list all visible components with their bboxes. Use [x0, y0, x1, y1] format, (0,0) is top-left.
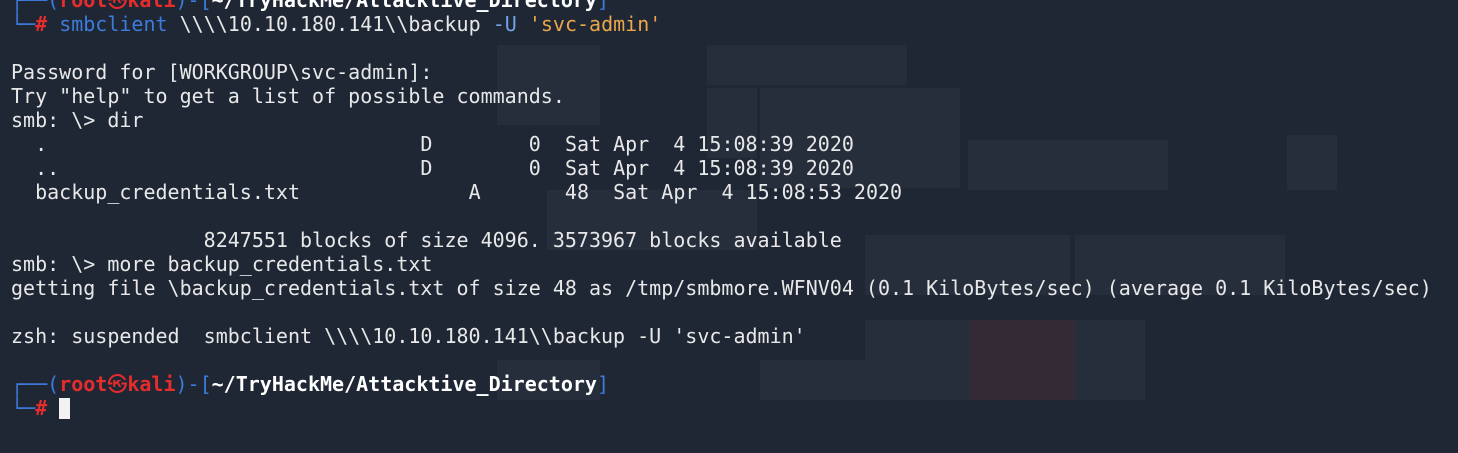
output-line: Password for [WORKGROUP\svc-admin]: — [11, 60, 433, 84]
listing-size: 0 — [528, 132, 541, 156]
output-line: getting file \backup_credentials.txt of … — [11, 276, 1432, 300]
output-line: smb: \> more backup_credentials.txt — [11, 252, 433, 276]
command-line: └─# smbclient \\\\10.10.180.141\\backup … — [11, 12, 662, 36]
prompt-line: ┌──(root㉿kali)-[~/TryHackMe/Attacktive_D… — [11, 372, 609, 396]
listing-row: . D 0 Sat Apr 4 15:08:39 2020 — [11, 132, 1458, 156]
prompt-line-previous: ┌──(root㉿kali)-[~/TryHackMe/Attacktive_D… — [11, 0, 609, 12]
output-line: Try "help" to get a list of possible com… — [11, 84, 565, 108]
listing-row: .. D 0 Sat Apr 4 15:08:39 2020 — [11, 156, 1458, 180]
listing-date: Sat Apr 4 15:08:39 2020 — [564, 132, 854, 156]
listing-attr: A — [468, 180, 481, 204]
listing-attr: D — [420, 132, 433, 156]
command-name: smbclient — [59, 12, 168, 36]
listing-row: backup_credentials.txt A 48 Sat Apr 4 15… — [11, 180, 1458, 204]
text-cursor[interactable] — [59, 398, 71, 419]
input-line[interactable]: └─# — [11, 396, 1458, 420]
listing-size: 0 — [528, 156, 541, 180]
listing-attr: D — [420, 156, 433, 180]
listing-name: .. — [35, 156, 60, 180]
listing-size: 48 — [564, 180, 590, 204]
listing-name: backup_credentials.txt — [35, 180, 300, 204]
terminal[interactable]: ┌──(root㉿kali)-[~/TryHackMe/Attacktive_D… — [0, 0, 1458, 420]
output-line: 8247551 blocks of size 4096. 3573967 blo… — [11, 228, 842, 252]
listing-date: Sat Apr 4 15:08:53 2020 — [613, 180, 903, 204]
listing-date: Sat Apr 4 15:08:39 2020 — [564, 156, 854, 180]
output-line: zsh: suspended smbclient \\\\10.10.180.1… — [11, 324, 806, 348]
listing-name: . — [35, 132, 48, 156]
output-line: smb: \> dir — [11, 108, 144, 132]
